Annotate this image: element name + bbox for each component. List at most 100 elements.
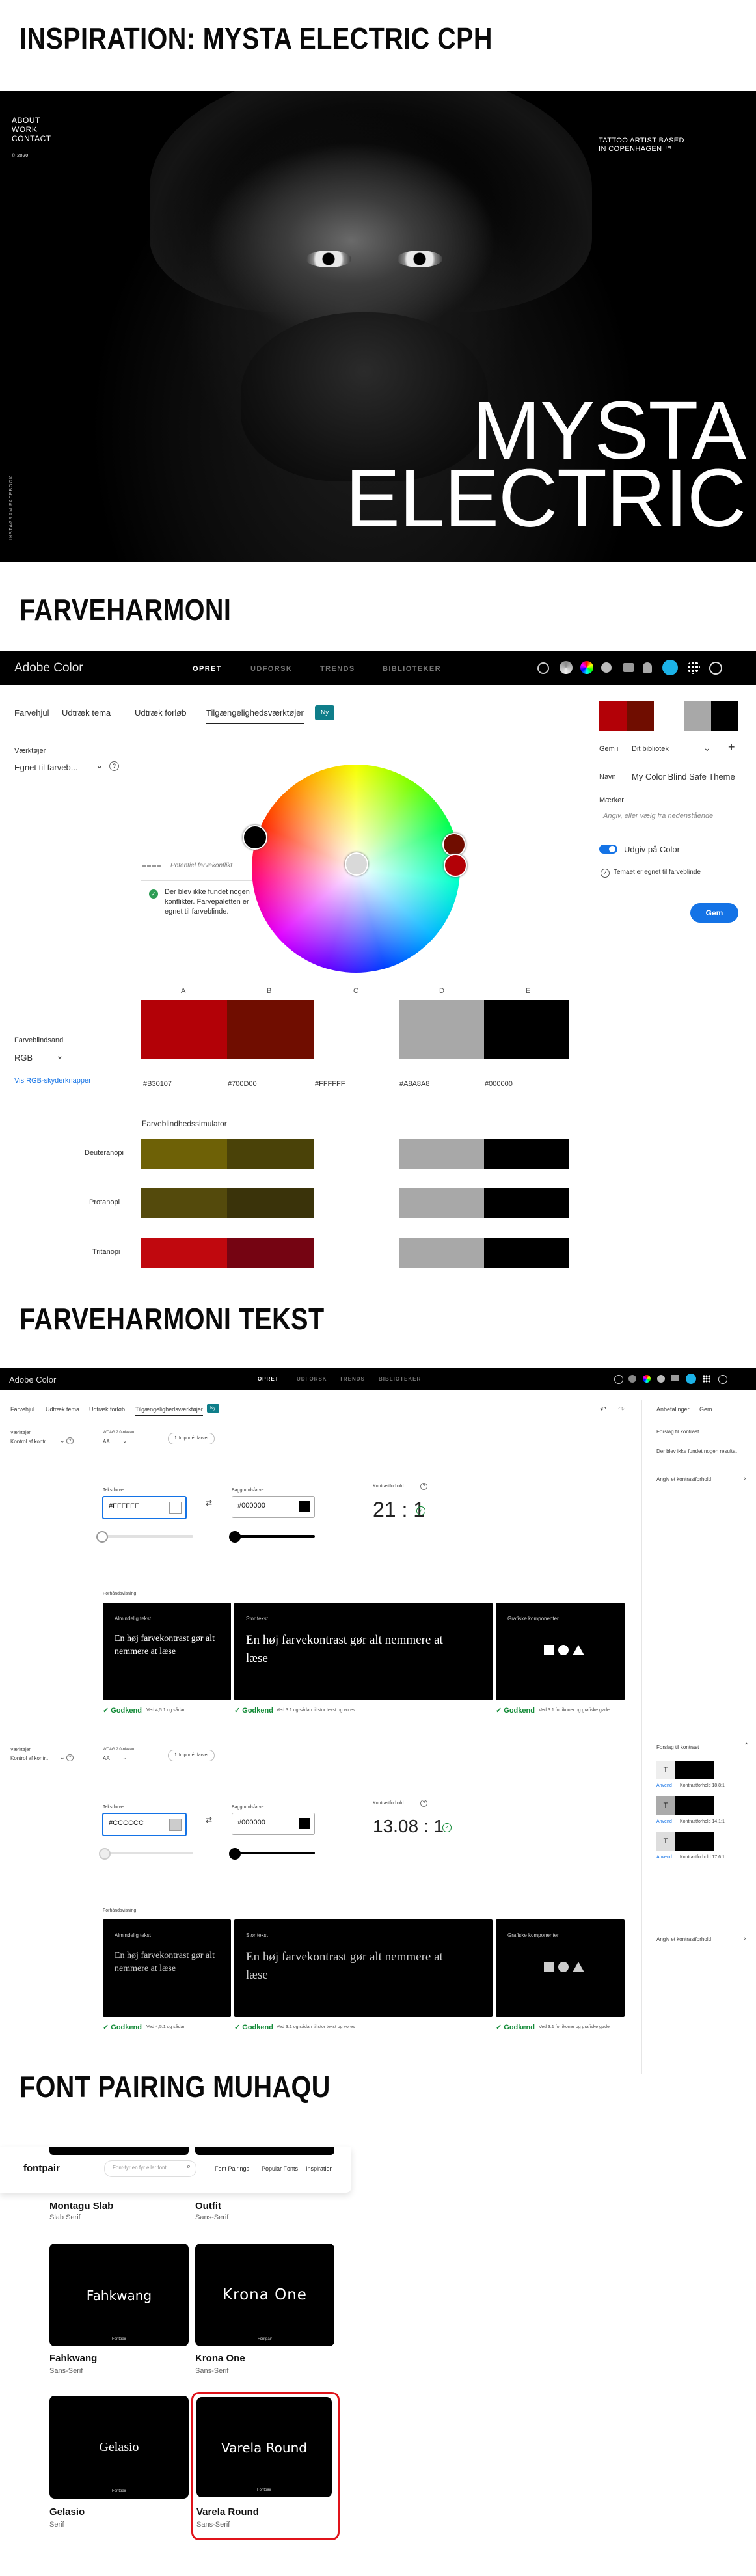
tab-udtraek-forloeb[interactable]: Udtræk forløb xyxy=(89,1406,125,1413)
nav-font-pairings[interactable]: Font Pairings xyxy=(215,2165,249,2172)
swatch-b[interactable] xyxy=(227,1000,314,1059)
nav-contact[interactable]: CONTACT xyxy=(12,134,51,143)
chevron-down-icon[interactable]: ⌄ xyxy=(122,1437,128,1444)
avatar[interactable] xyxy=(662,660,678,675)
settings-icon[interactable] xyxy=(537,662,549,674)
font-card-varela[interactable]: Varela Round Fontpair xyxy=(196,2397,332,2497)
chevron-right-icon[interactable]: › xyxy=(744,1475,746,1482)
info-icon[interactable]: ? xyxy=(109,761,119,771)
tab-udtraek-forloeb[interactable]: Udtræk forløb xyxy=(135,708,186,718)
font-name-fahkwang[interactable]: Fahkwang xyxy=(49,2353,97,2364)
hex-d[interactable]: #A8A8A8 xyxy=(399,1080,429,1088)
chat-icon[interactable] xyxy=(623,663,634,672)
hex-e[interactable]: #000000 xyxy=(485,1080,513,1088)
nav-trends[interactable]: TRENDS xyxy=(340,1376,365,1382)
nav-popular-fonts[interactable]: Popular Fonts xyxy=(262,2165,298,2172)
color-wheel-icon[interactable] xyxy=(580,661,593,674)
nav-biblioteker[interactable]: BIBLIOTEKER xyxy=(383,665,441,673)
tab-farvehjul[interactable]: Farvehjul xyxy=(10,1406,34,1413)
swatch-d[interactable] xyxy=(399,1000,484,1059)
bg-color-chip[interactable] xyxy=(299,1501,310,1512)
tab-udtraek-tema[interactable]: Udtræk tema xyxy=(62,708,111,718)
font-name-krona[interactable]: Krona One xyxy=(195,2353,245,2364)
search-input[interactable]: Font-fyr en fyr eller font ⌕ xyxy=(104,2160,196,2177)
nav-about[interactable]: ABOUT xyxy=(12,116,51,125)
text-lightness-slider[interactable] xyxy=(102,1535,193,1538)
adobe-logo[interactable]: Adobe Color xyxy=(9,1375,56,1385)
import-colors-button[interactable]: ↥ Importér farver xyxy=(168,1433,215,1444)
theme-icon[interactable] xyxy=(628,1375,636,1383)
enter-ratio-field-2[interactable]: Angiv et kontrastforhold xyxy=(656,1936,711,1942)
rgb-sliders-link[interactable]: Vis RGB-skyderknapper xyxy=(14,1077,91,1085)
name-input[interactable]: My Color Blind Safe Theme xyxy=(632,772,735,781)
suggest-1-apply[interactable]: Anvend xyxy=(656,1783,672,1788)
font-name-gelasio[interactable]: Gelasio xyxy=(49,2506,85,2517)
font-name-varela[interactable]: Varela Round xyxy=(196,2506,259,2517)
tab-farvehjul[interactable]: Farvehjul xyxy=(14,708,49,718)
tools-select[interactable]: Kontrol af kontr... xyxy=(10,1756,49,1761)
bg-color-input[interactable]: #000000 xyxy=(232,1813,315,1835)
adobe-icon[interactable] xyxy=(718,1375,727,1384)
tags-input[interactable]: Angiv, eller vælg fra nedenstående xyxy=(603,812,713,820)
wheel-handle-darkred[interactable] xyxy=(442,833,466,856)
chevron-down-icon[interactable]: ⌄ xyxy=(60,1437,65,1444)
wcag-select[interactable]: AA xyxy=(103,1756,110,1761)
color-mode-select[interactable]: RGB xyxy=(14,1053,33,1063)
font-card-gelasio[interactable]: Gelasio Fontpair xyxy=(49,2396,189,2499)
save-to-select[interactable]: Dit bibliotek xyxy=(632,745,669,753)
search-icon[interactable]: ⌕ xyxy=(187,2163,191,2171)
bg-lightness-slider[interactable] xyxy=(232,1852,315,1854)
enter-ratio-field[interactable]: Angiv et kontrastforhold xyxy=(656,1476,711,1482)
chevron-down-icon[interactable]: ⌄ xyxy=(96,760,103,771)
slider-knob[interactable] xyxy=(229,1531,241,1543)
wcag-select[interactable]: AA xyxy=(103,1439,110,1444)
chevron-up-icon[interactable]: ⌃ xyxy=(744,1742,749,1750)
tab-tilgaengelighed[interactable]: Tilgængelighedsværktøjer xyxy=(206,708,304,724)
text-color-input[interactable]: #CCCCCC xyxy=(102,1813,187,1836)
hex-c[interactable]: #FFFFFF xyxy=(315,1080,345,1088)
tab-anbefalinger[interactable]: Anbefalinger xyxy=(656,1406,690,1415)
tab-udtraek-tema[interactable]: Udtræk tema xyxy=(46,1406,79,1413)
info-icon[interactable]: ? xyxy=(420,1483,427,1490)
chevron-right-icon[interactable]: › xyxy=(744,1935,746,1942)
text-color-chip[interactable] xyxy=(169,1502,182,1514)
text-color-chip[interactable] xyxy=(169,1819,182,1831)
swap-icon[interactable]: ⇄ xyxy=(206,1498,212,1508)
hex-a[interactable]: #B30107 xyxy=(143,1080,172,1088)
chevron-down-icon[interactable]: ⌄ xyxy=(56,1050,64,1061)
undo-icon[interactable]: ↶ xyxy=(600,1405,606,1414)
nav-udforsk[interactable]: UDFORSK xyxy=(297,1376,327,1382)
wheel-handle-red[interactable] xyxy=(444,854,467,877)
apps-grid-icon[interactable] xyxy=(687,661,700,674)
nav-opret[interactable]: OPRET xyxy=(258,1376,279,1382)
nav-trends[interactable]: TRENDS xyxy=(320,665,355,673)
font-card-montagu[interactable] xyxy=(49,2147,189,2155)
chevron-down-icon[interactable]: ⌄ xyxy=(122,1754,128,1761)
bg-lightness-slider[interactable] xyxy=(232,1535,315,1538)
import-colors-button[interactable]: ↥ Importér farver xyxy=(168,1750,215,1761)
help-icon[interactable] xyxy=(657,1375,665,1383)
adobe-icon[interactable] xyxy=(709,662,722,675)
nav-work[interactable]: WORK xyxy=(12,125,51,134)
avatar[interactable] xyxy=(686,1374,696,1384)
apps-grid-icon[interactable] xyxy=(703,1375,710,1383)
tools-select[interactable]: Kontrol af kontr... xyxy=(10,1439,49,1444)
nav-udforsk[interactable]: UDFORSK xyxy=(250,665,292,673)
bell-icon[interactable] xyxy=(643,662,652,673)
settings-icon[interactable] xyxy=(614,1375,623,1384)
tools-select[interactable]: Egnet til farveb... xyxy=(14,763,78,772)
wheel-handle-black[interactable] xyxy=(243,825,267,850)
swatch-c[interactable] xyxy=(314,1000,399,1059)
slider-knob[interactable] xyxy=(229,1848,241,1860)
font-name-montagu[interactable]: Montagu Slab xyxy=(49,2201,113,2212)
adobe-logo[interactable]: Adobe Color xyxy=(14,661,83,675)
font-card-fahkwang[interactable]: Fahkwang Fontpair xyxy=(49,2244,189,2346)
info-icon[interactable]: ? xyxy=(66,1437,74,1444)
suggest-2-apply[interactable]: Anvend xyxy=(656,1819,672,1824)
font-card-krona[interactable]: Krona One Fontpair xyxy=(195,2244,334,2346)
suggest-3-apply[interactable]: Anvend xyxy=(656,1855,672,1860)
font-name-outfit[interactable]: Outfit xyxy=(195,2201,221,2212)
text-lightness-slider[interactable] xyxy=(102,1852,193,1854)
save-button[interactable]: Gem xyxy=(690,903,738,923)
chat-icon[interactable] xyxy=(671,1375,679,1381)
